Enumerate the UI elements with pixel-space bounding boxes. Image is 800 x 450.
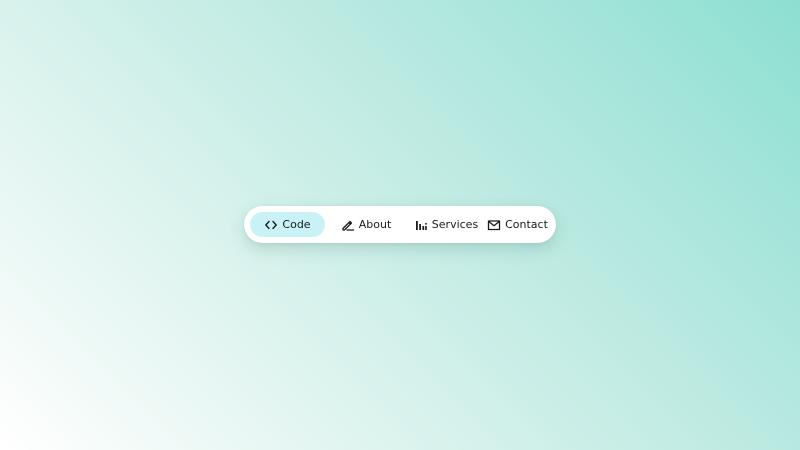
mail-icon bbox=[487, 218, 501, 232]
nav-item-services[interactable]: Services bbox=[407, 212, 485, 237]
code-icon bbox=[264, 218, 278, 232]
nav-item-label: Services bbox=[431, 218, 479, 231]
bar-chart-icon bbox=[414, 218, 428, 232]
nav-item-about[interactable]: About bbox=[325, 212, 407, 237]
pen-icon bbox=[341, 218, 355, 232]
nav-item-label: Code bbox=[282, 218, 311, 231]
nav-item-label: Contact bbox=[505, 218, 548, 231]
nav-item-label: About bbox=[358, 218, 392, 231]
nav-item-contact[interactable]: Contact bbox=[485, 212, 550, 237]
nav-item-code[interactable]: Code bbox=[250, 212, 325, 237]
nav-bar: Code About Services Contact bbox=[244, 206, 556, 243]
